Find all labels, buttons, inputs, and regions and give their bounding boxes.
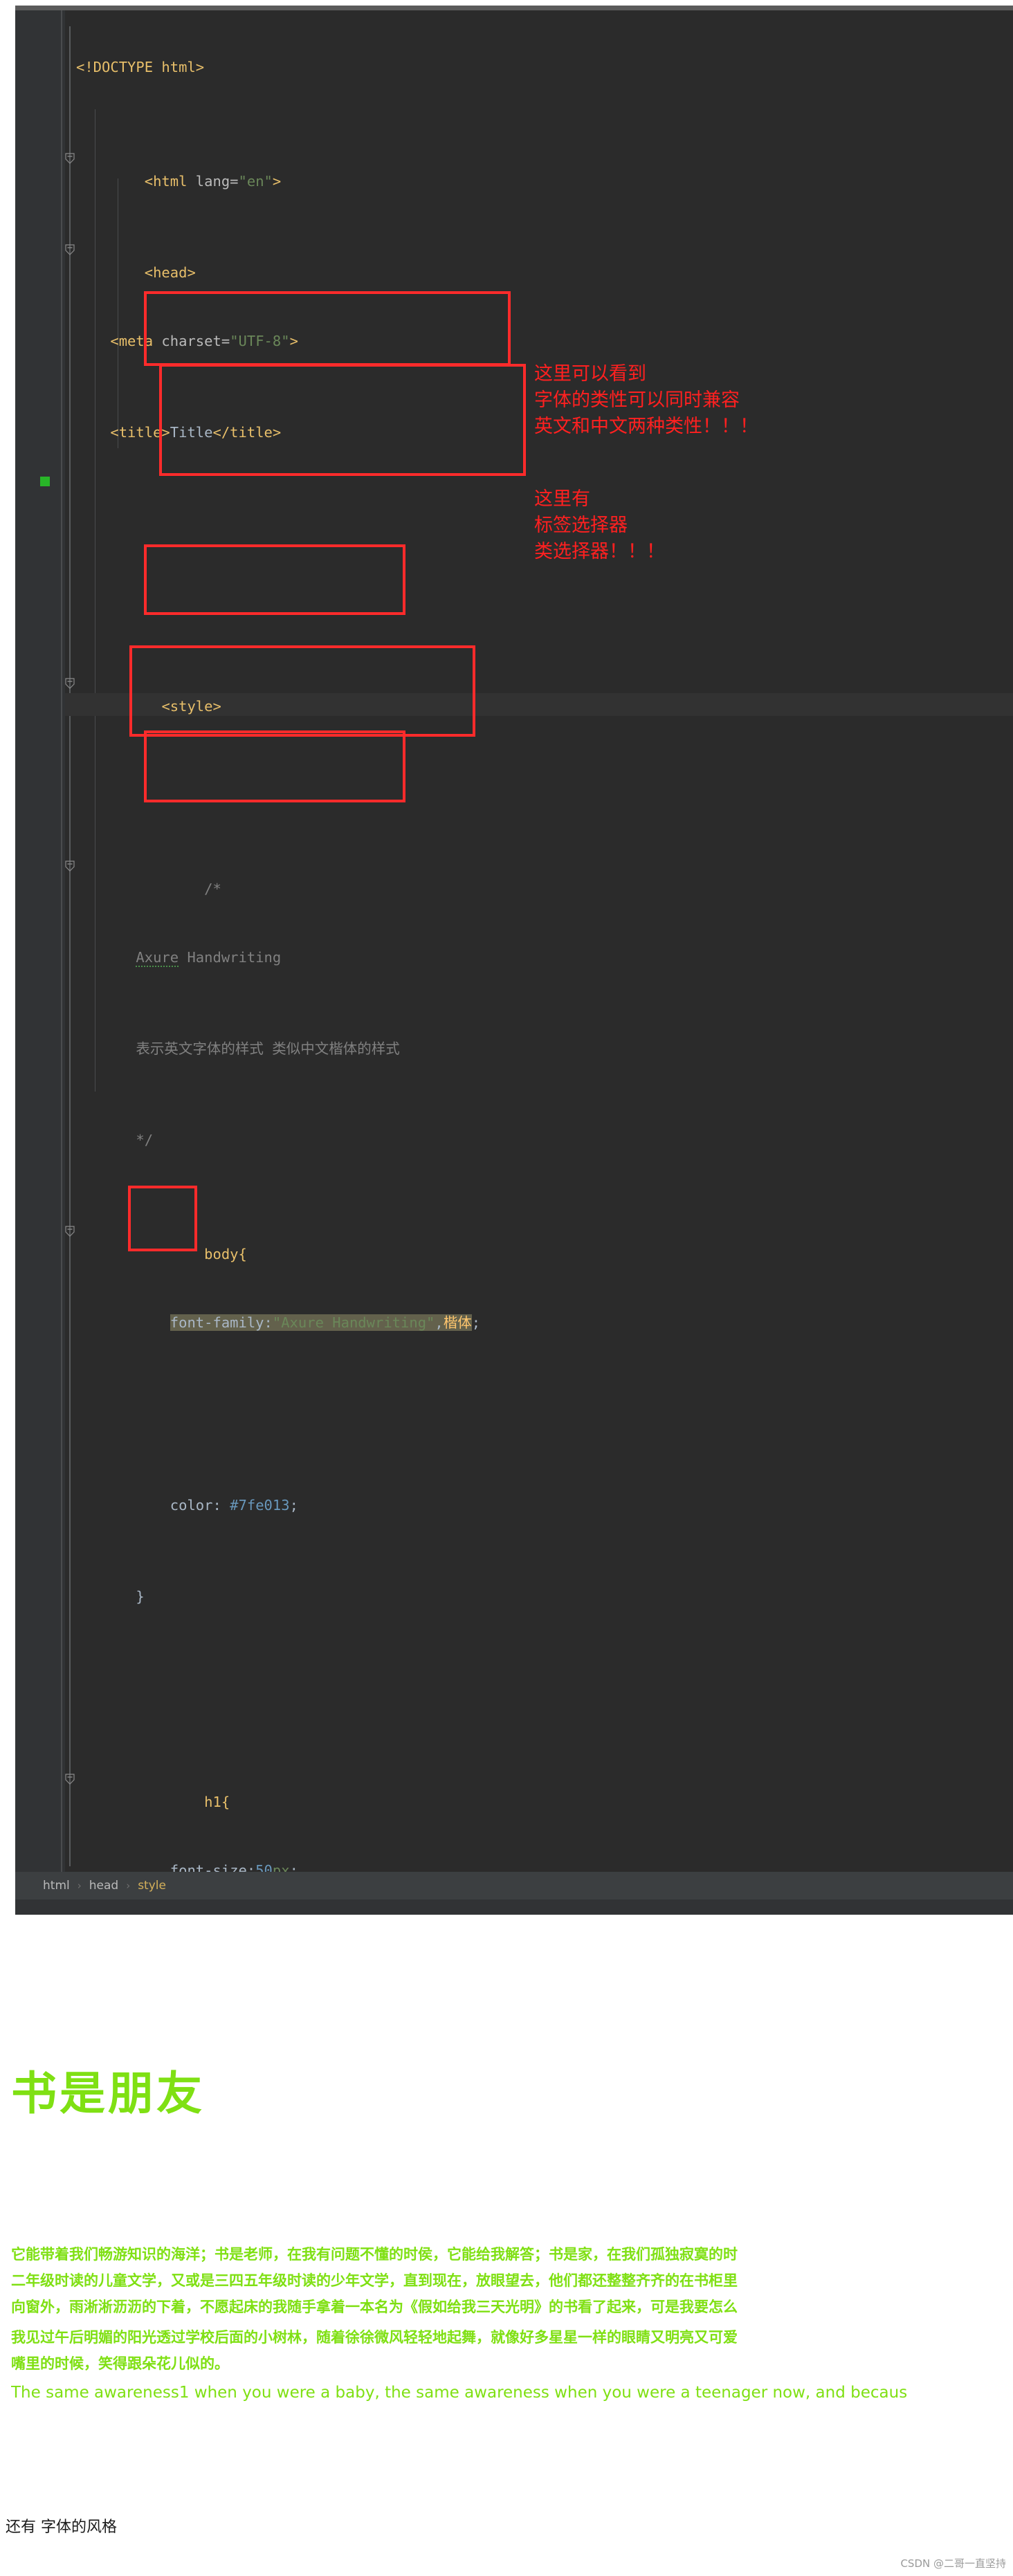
close-brace-token: } (136, 1588, 145, 1605)
charset-value-token: "UTF-8" (230, 333, 290, 349)
annotation-note-1: 这里可以看到 字体的类性可以同时兼容 英文和中文两种类性！！！ (534, 363, 758, 437)
comment-handwriting-token: Handwriting (179, 949, 282, 966)
fold-collapse-icon[interactable] (65, 678, 75, 689)
scrollbar-thumb[interactable] (15, 6, 1013, 10)
fold-collapse-icon[interactable] (65, 861, 75, 872)
lang-value-token: "en" (238, 173, 273, 190)
breadcrumb-item-style[interactable]: style (138, 1879, 166, 1893)
rendered-paragraph-1-line-1: 它能带着我们畅游知识的海洋；书是老师，在我有问题不懂的时侯，它能给我解答；书是家… (11, 2245, 738, 2263)
breakpoint-marker[interactable] (40, 477, 50, 486)
watermark: CSDN @二哥一直坚持 (900, 2557, 1006, 2570)
editor-bottom-strip (15, 1899, 1013, 1915)
h1-selector-token: h1{ (204, 1794, 230, 1810)
meta-tag-token: <meta (110, 333, 154, 349)
comment-start-token: /* (204, 881, 221, 897)
rendered-paragraph-2-line-1: 我见过午后明媚的阳光透过学校后面的小树林，随着徐徐微风轻轻地起舞，就像好多星星一… (11, 2328, 738, 2346)
font-family-prop-token: font-family: (170, 1314, 273, 1331)
breadcrumb-item-head[interactable]: head (89, 1879, 118, 1893)
fold-collapse-icon[interactable] (65, 153, 75, 164)
rendered-paragraph-2: 我见过午后明媚的阳光透过学校后面的小树林，随着徐徐微风轻轻地起舞，就像好多星星一… (11, 2324, 1013, 2377)
rendered-paragraph-3: The same awareness1 when you were a baby… (11, 2384, 908, 2402)
font-family-decl: font-family:"Axure Handwriting",楷体 (170, 1314, 472, 1331)
body-selector-token: body{ (204, 1246, 247, 1262)
code-line: 表示英文字体的样式 类似中文楷体的样式 (76, 1038, 1013, 1060)
editor-gutter[interactable] (15, 10, 65, 1878)
code-line: <head> (65, 239, 1013, 281)
rendered-output-panel: 书是朋友 它能带着我们畅游知识的海洋；书是老师，在我有问题不懂的时侯，它能给我解… (0, 1930, 1013, 2576)
breadcrumb-item-html[interactable]: html (43, 1879, 70, 1893)
style-open-token: <style> (161, 698, 221, 715)
angle-close-token: > (289, 333, 298, 349)
fold-collapse-icon[interactable] (65, 1226, 75, 1237)
fold-collapse-icon[interactable] (65, 1774, 75, 1785)
chevron-right-icon: › (126, 1879, 131, 1892)
comma-token: , (435, 1314, 444, 1331)
code-content[interactable]: <!DOCTYPE html> <html lang="en"> <head> … (65, 10, 1013, 1915)
color-prop-token: color: (170, 1497, 230, 1514)
rendered-paragraph-1-line-3: 向窗外，雨淅淅沥沥的下着，不愿起床的我随手拿着一本名为《假如给我三天光明》的书看… (11, 2298, 738, 2315)
comment-cn-token: 表示英文字体的样式 类似中文楷体的样式 (136, 1040, 400, 1057)
code-line: } (76, 1585, 1013, 1608)
rendered-paragraph-1: 它能带着我们畅游知识的海洋；书是老师，在我有问题不懂的时侯，它能给我解答；书是家… (11, 2241, 1013, 2320)
comment-axure-token: Axure (136, 949, 179, 967)
title-close-token: </title> (212, 424, 282, 441)
horizontal-scrollbar[interactable] (15, 6, 1013, 10)
code-line: h1{ (65, 1768, 1013, 1810)
code-line: <meta charset="UTF-8"> (76, 330, 1013, 353)
chevron-right-icon: › (77, 1879, 82, 1892)
lang-attr-token: lang= (187, 173, 239, 190)
code-line: Axure Handwriting (76, 946, 1013, 969)
code-line: <html lang="en"> (65, 147, 1013, 190)
code-line: */ (76, 1129, 1013, 1152)
footer-note: 还有 字体的风格 (6, 2519, 117, 2536)
title-open-token: <title> (110, 424, 170, 441)
code-line: /* (65, 855, 1013, 897)
color-value-token: #7fe013 (230, 1497, 290, 1514)
rendered-heading: 书是朋友 (11, 2066, 205, 2120)
charset-attr-token: charset= (153, 333, 230, 349)
code-line: color: #7fe013; (76, 1494, 1013, 1517)
breadcrumb[interactable]: html › head › style (15, 1872, 1013, 1899)
angle-close-token: > (272, 173, 282, 190)
head-open-token: <head> (144, 264, 196, 281)
comment-end-token: */ (136, 1132, 154, 1148)
code-editor-panel[interactable]: <!DOCTYPE html> <html lang="en"> <head> … (15, 6, 1013, 1915)
doctype-token: <!DOCTYPE html> (76, 59, 205, 75)
fold-collapse-icon[interactable] (65, 244, 75, 255)
code-line: <!DOCTYPE html> (76, 56, 1013, 79)
font-family-value-token: "Axure Handwriting" (272, 1314, 435, 1331)
rendered-paragraph-1-line-2: 二年级时读的儿童文学，又或是三四五年级时读的少年文学，直到现在，放眼望去，他们都… (11, 2272, 738, 2289)
title-text-token: Title (170, 424, 213, 441)
code-line: font-family:"Axure Handwriting",楷体; (76, 1312, 1013, 1334)
annotation-note-2: 这里有 标签选择器 类选择器！！！ (534, 488, 665, 562)
semicolon-token: ; (471, 1314, 481, 1331)
kaiti-token: 楷体 (443, 1314, 472, 1331)
rendered-paragraph-2-line-2: 嘴里的时候，笑得跟朵花儿似的。 (11, 2355, 229, 2372)
gutter-divider (61, 10, 62, 1878)
code-fold-rail (69, 26, 71, 1866)
screenshot-root: <!DOCTYPE html> <html lang="en"> <head> … (0, 0, 1013, 2576)
semicolon-token: ; (289, 1497, 298, 1514)
code-line: <style> (65, 672, 1013, 715)
html-tag-token: <html (144, 173, 188, 190)
code-line: body{ (65, 1220, 1013, 1262)
